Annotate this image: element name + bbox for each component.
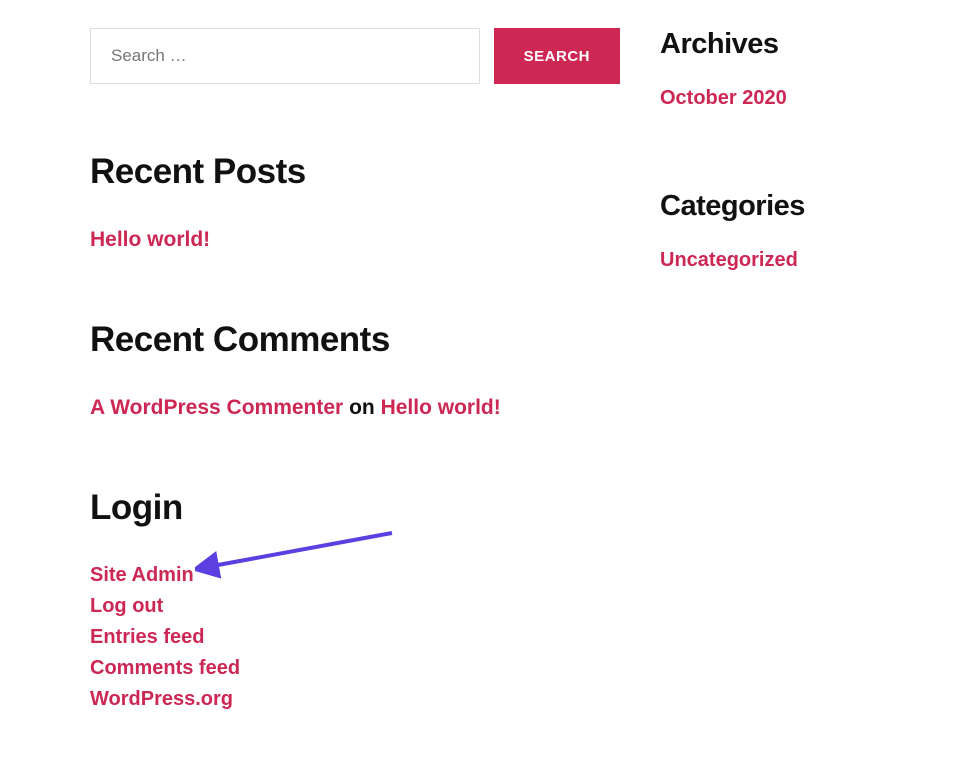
recent-posts-title: Recent Posts <box>90 152 620 192</box>
categories-widget: Categories Uncategorized <box>660 190 920 320</box>
login-widget: Login Site Admin Log out Entries feed Co… <box>90 488 620 711</box>
site-admin-link[interactable]: Site Admin <box>90 564 194 586</box>
recent-comments-title: Recent Comments <box>90 320 620 360</box>
recent-comment-item: A WordPress Commenter on Hello world! <box>90 396 620 420</box>
search-input[interactable] <box>90 28 480 84</box>
login-title: Login <box>90 488 620 528</box>
comments-feed-link[interactable]: Comments feed <box>90 657 240 679</box>
comment-on-text: on <box>349 396 375 419</box>
archives-title: Archives <box>660 28 920 61</box>
search-form: SEARCH <box>90 28 620 84</box>
recent-posts-widget: Recent Posts Hello world! <box>90 152 620 252</box>
comment-author-link[interactable]: A WordPress Commenter <box>90 396 343 419</box>
entries-feed-link[interactable]: Entries feed <box>90 626 204 648</box>
wordpress-org-link[interactable]: WordPress.org <box>90 688 233 710</box>
comment-post-link[interactable]: Hello world! <box>381 396 501 419</box>
recent-post-link[interactable]: Hello world! <box>90 228 210 251</box>
archives-widget: Archives October 2020 <box>660 28 920 158</box>
recent-comments-widget: Recent Comments A WordPress Commenter on… <box>90 320 620 420</box>
log-out-link[interactable]: Log out <box>90 595 163 617</box>
category-link[interactable]: Uncategorized <box>660 249 798 272</box>
categories-title: Categories <box>660 190 920 223</box>
archive-link[interactable]: October 2020 <box>660 87 787 110</box>
search-button[interactable]: SEARCH <box>494 28 620 84</box>
